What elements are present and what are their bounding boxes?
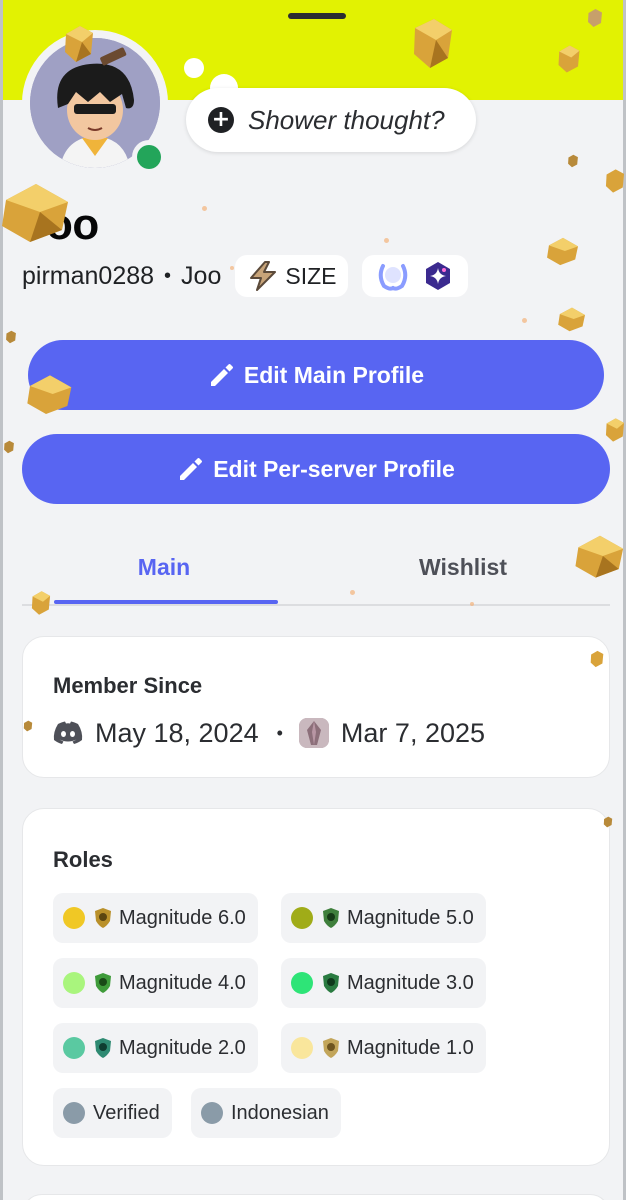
member-since-card: Member Since May 18, 2024 • Mar 7, 2025 — [22, 636, 610, 778]
shield-badge-icon — [95, 973, 111, 993]
online-status-icon — [132, 140, 166, 174]
roles-title: Roles — [53, 847, 113, 872]
role-label: Magnitude 2.0 — [119, 1036, 246, 1059]
lightning-tag-icon — [250, 261, 277, 291]
sparkle — [470, 602, 474, 606]
pencil-icon — [210, 364, 233, 386]
sparkle — [384, 238, 389, 243]
quest-star-badge-icon[interactable] — [422, 260, 454, 292]
edit-per-server-profile-label: Edit Per-server Profile — [213, 455, 455, 482]
laurel-badge-icon[interactable] — [376, 260, 410, 292]
gold-rock-icon — [414, 19, 452, 68]
server-icon — [298, 718, 329, 748]
shield-badge-icon — [95, 1038, 111, 1058]
username-line: pirman0288 • Joo SIZE — [22, 255, 469, 297]
role-label: Magnitude 5.0 — [347, 906, 474, 929]
drag-handle[interactable] — [288, 13, 346, 19]
tab-wishlist[interactable]: Wishlist — [316, 540, 610, 594]
guild-tag[interactable]: SIZE — [235, 255, 349, 297]
role-pill[interactable]: Magnitude 3.0 — [281, 958, 486, 1008]
role-label: Verified — [93, 1101, 160, 1124]
shield-badge-icon — [323, 973, 339, 993]
gold-rock-icon — [603, 816, 613, 828]
thought-bubble-dot — [184, 58, 204, 78]
discord-join-date: May 18, 2024 — [95, 717, 259, 748]
custom-status-placeholder: Shower thought? — [248, 104, 445, 135]
role-color-dot — [63, 1037, 85, 1059]
shield-badge-icon — [323, 908, 339, 928]
member-since-title: Member Since — [53, 673, 203, 698]
gold-rock-icon — [588, 9, 602, 27]
edit-main-profile-label: Edit Main Profile — [243, 361, 425, 388]
roles-card: Roles Magnitude 6.0 Magnitude 5.0 Magnit… — [22, 808, 610, 1166]
gold-rock-icon — [31, 591, 51, 615]
tab-main[interactable]: Main — [22, 540, 306, 594]
role-pill[interactable]: Verified — [53, 1088, 172, 1138]
edit-per-server-profile-button[interactable]: Edit Per-server Profile — [22, 434, 610, 504]
pencil-icon — [180, 458, 203, 480]
role-pill[interactable]: Magnitude 4.0 — [53, 958, 258, 1008]
separator-dot: • — [164, 264, 172, 287]
pronouns: Joo — [181, 261, 222, 290]
gold-rock-icon — [547, 237, 578, 266]
gold-rock-icon — [558, 45, 580, 73]
gold-rock-icon — [65, 26, 93, 62]
gold-rock-icon — [558, 307, 585, 332]
active-tab-indicator — [54, 600, 278, 604]
guild-tag-label: SIZE — [285, 262, 337, 289]
gold-rock-icon — [605, 418, 625, 442]
server-join-date: Mar 7, 2025 — [340, 717, 486, 748]
role-label: Magnitude 3.0 — [347, 971, 474, 994]
role-pill[interactable]: Magnitude 5.0 — [281, 893, 486, 943]
shield-badge-icon — [323, 1038, 339, 1058]
role-color-dot — [63, 972, 85, 994]
gold-rock-icon — [6, 330, 16, 344]
gold-rock-icon — [23, 720, 33, 732]
discord-logo-icon — [53, 721, 83, 744]
gold-rock-icon — [605, 169, 625, 193]
profile-tabs: Main Wishlist — [22, 540, 610, 606]
sparkle — [230, 266, 234, 270]
role-pill[interactable]: Magnitude 6.0 — [53, 893, 258, 943]
role-label: Magnitude 6.0 — [119, 906, 246, 929]
plus-circle-icon: + — [208, 107, 234, 133]
gold-rock-icon — [4, 440, 14, 454]
gold-rock-icon — [575, 535, 624, 578]
gold-rock-icon — [27, 375, 72, 414]
role-color-dot — [63, 1102, 85, 1124]
custom-status-bubble[interactable]: + Shower thought? — [186, 88, 476, 152]
role-color-dot — [201, 1102, 223, 1124]
sparkle — [350, 590, 355, 595]
separator-dot: • — [276, 722, 283, 743]
sparkle — [202, 206, 207, 211]
role-label: Indonesian — [231, 1101, 329, 1124]
gold-rock-icon — [2, 184, 68, 242]
role-pill[interactable]: Indonesian — [191, 1088, 341, 1138]
role-color-dot — [291, 907, 313, 929]
username: pirman0288 — [22, 261, 155, 290]
role-label: Magnitude 1.0 — [347, 1036, 474, 1059]
role-color-dot — [63, 907, 85, 929]
badge-list — [362, 255, 469, 297]
gold-rock-icon — [590, 650, 604, 668]
shield-badge-icon — [95, 908, 111, 928]
sparkle — [522, 318, 527, 323]
role-color-dot — [291, 1037, 313, 1059]
member-since-row: May 18, 2024 • Mar 7, 2025 — [53, 713, 485, 753]
role-color-dot — [291, 972, 313, 994]
next-card — [22, 1194, 610, 1200]
gold-rock-icon — [568, 154, 578, 168]
role-pill[interactable]: Magnitude 2.0 — [53, 1023, 258, 1073]
role-pill[interactable]: Magnitude 1.0 — [281, 1023, 486, 1073]
edit-main-profile-button[interactable]: Edit Main Profile — [28, 340, 604, 410]
role-label: Magnitude 4.0 — [119, 971, 246, 994]
